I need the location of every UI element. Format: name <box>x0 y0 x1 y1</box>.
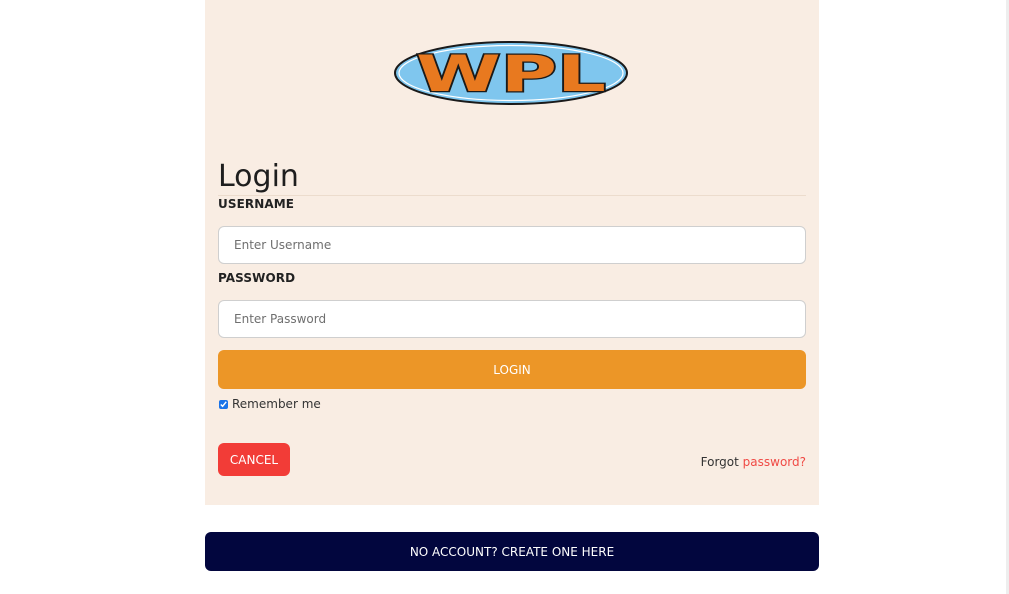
create-account-button[interactable]: NO ACCOUNT? CREATE ONE HERE <box>205 532 819 571</box>
username-input[interactable] <box>218 226 806 264</box>
remember-me-checkbox[interactable] <box>219 399 228 409</box>
title-divider <box>218 195 806 196</box>
logo-graphic: WPL <box>394 41 628 105</box>
logo-text: WPL <box>416 45 606 103</box>
forgot-prefix: Forgot <box>700 455 739 469</box>
login-button[interactable]: LOGIN <box>218 350 806 389</box>
wpl-logo: WPL <box>393 39 629 107</box>
forgot-password-link[interactable]: password? <box>743 455 806 469</box>
password-label: PASSWORD <box>218 271 296 285</box>
remember-me-label: Remember me <box>232 397 321 411</box>
cancel-button[interactable]: CANCEL <box>218 443 290 476</box>
remember-me[interactable]: Remember me <box>218 396 321 412</box>
forgot-password: Forgot password? <box>701 455 806 469</box>
username-label: USERNAME <box>218 197 295 211</box>
password-input[interactable] <box>218 300 806 338</box>
page-title: Login <box>218 159 299 194</box>
